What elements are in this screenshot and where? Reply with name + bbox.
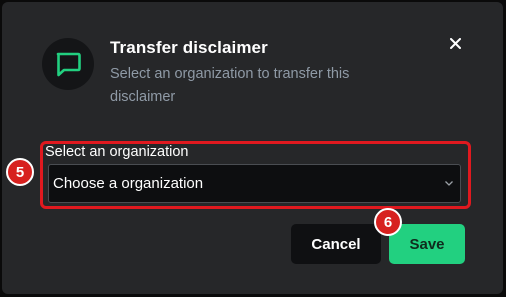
dialog-subtitle: Select an organization to transfer this … xyxy=(110,66,350,105)
dialog-title: Transfer disclaimer xyxy=(110,38,268,57)
chat-bubble-icon xyxy=(42,38,94,90)
step-marker-6: 6 xyxy=(374,208,402,236)
chevron-down-icon xyxy=(445,181,453,186)
save-button[interactable]: Save xyxy=(389,224,465,264)
organization-field-label: Select an organization xyxy=(45,144,189,160)
close-button[interactable] xyxy=(446,34,464,52)
cancel-button[interactable]: Cancel xyxy=(291,224,381,264)
close-icon xyxy=(449,37,461,49)
organization-select[interactable]: Choose a organization xyxy=(48,164,461,203)
step-marker-5: 5 xyxy=(6,158,34,186)
transfer-disclaimer-dialog: Transfer disclaimer Select an organizati… xyxy=(2,2,503,294)
organization-select-value: Choose a organization xyxy=(53,175,204,192)
